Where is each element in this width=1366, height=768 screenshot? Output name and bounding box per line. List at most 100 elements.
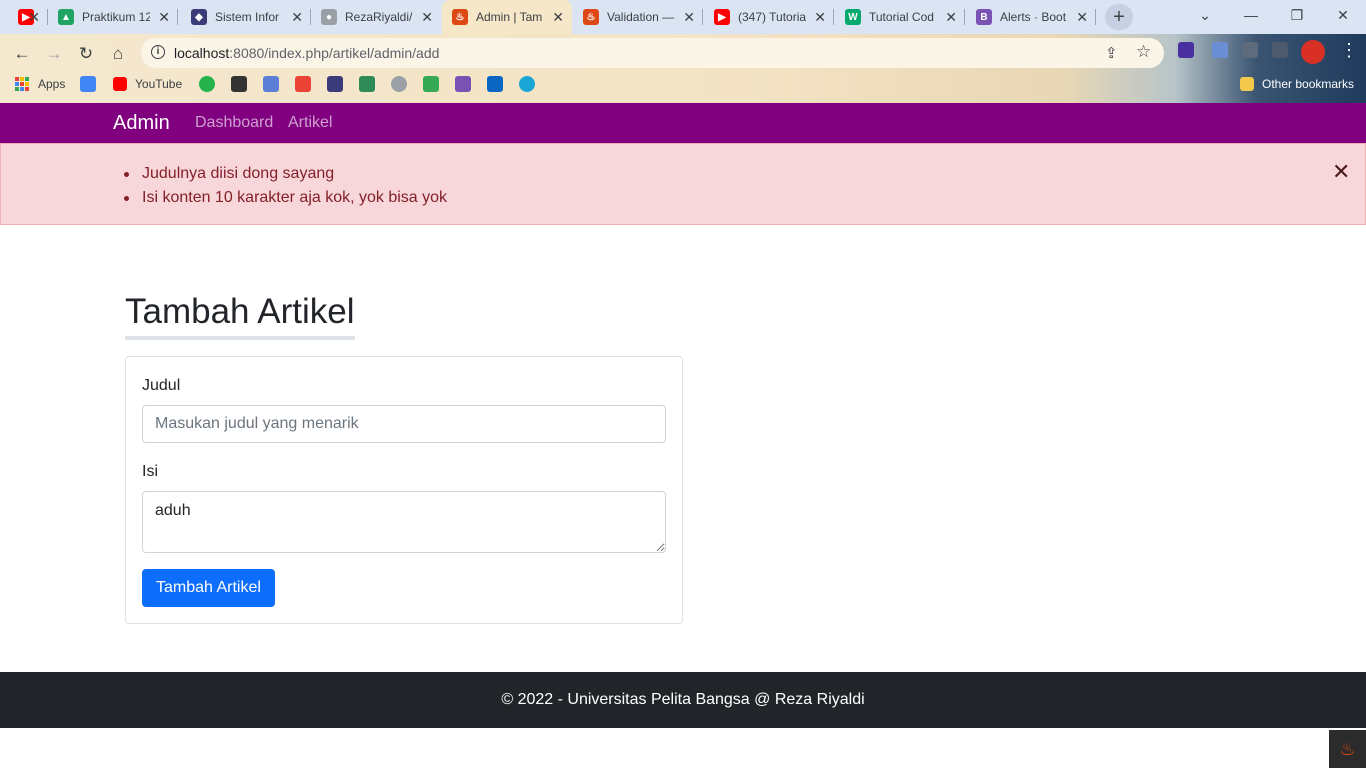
site-info-icon[interactable]: i [151, 45, 165, 59]
address-bar[interactable]: i localhost:8080/index.php/artikel/admin… [141, 38, 1164, 68]
apps-grid-icon [15, 77, 29, 91]
w3schools-icon[interactable] [359, 76, 375, 92]
bookmark-label: Other bookmarks [1262, 77, 1355, 91]
top-navbar: Admin Dashboard Artikel [0, 103, 1366, 143]
article-form: Judul Isi aduh Tambah Artikel [125, 356, 683, 624]
bookmark-icon[interactable] [199, 76, 215, 92]
bookmark-apps[interactable]: Apps [15, 74, 65, 94]
github-icon[interactable] [391, 76, 407, 92]
nav-link-artikel[interactable]: Artikel [288, 114, 332, 132]
linkedin-icon[interactable] [487, 76, 503, 92]
codeigniter-icon: ♨ [583, 9, 599, 25]
google-drive-icon: ▲ [58, 9, 74, 25]
bookmark-youtube[interactable]: YouTube [113, 74, 182, 94]
bookmark-other[interactable]: Other bookmarks [1240, 74, 1354, 94]
tab-title: Praktikum 12 [82, 10, 150, 24]
back-icon[interactable]: ← [10, 42, 34, 66]
bookmark-label: YouTube [135, 77, 183, 91]
tab-title: Tutorial Cod [869, 10, 934, 24]
extension-icon[interactable] [1178, 42, 1194, 58]
bookmark-label: Apps [38, 77, 66, 91]
tab-title: Sistem Infor [215, 10, 280, 24]
footer-text: © 2022 - Universitas Pelita Bangsa @ Rez… [501, 691, 865, 708]
bookmark-star-icon[interactable]: ☆ [1136, 42, 1151, 62]
tab-close-icon[interactable]: ✕ [1076, 9, 1088, 25]
home-icon[interactable]: ⌂ [106, 42, 130, 66]
google-translate-icon[interactable] [80, 76, 96, 92]
tab-title: Validation — [607, 10, 675, 24]
tab-close-icon[interactable]: ✕ [814, 9, 826, 25]
browser-tab[interactable]: W Tutorial Cod ✕ [835, 0, 965, 34]
tab-title: (347) Tutoria [738, 10, 806, 24]
browser-tab[interactable]: ◆ Sistem Infor ✕ [181, 0, 311, 34]
tab-close-icon[interactable]: ✕ [421, 9, 433, 25]
isi-textarea[interactable]: aduh [142, 491, 666, 553]
extensions-puzzle-icon[interactable] [1242, 42, 1258, 58]
close-window-button[interactable]: ✕ [1320, 0, 1366, 30]
browser-tab[interactable]: ▶ (347) Tutoria ✕ [704, 0, 834, 34]
tab-separator [833, 9, 834, 25]
tab-separator [964, 9, 965, 25]
browser-toolbar: ← → ↻ ⌂ i localhost:8080/index.php/artik… [0, 34, 1366, 103]
university-icon: ◆ [191, 9, 207, 25]
bootstrap-icon: B [976, 9, 992, 25]
reload-icon[interactable]: ↻ [74, 42, 98, 66]
profile-avatar[interactable] [1301, 40, 1325, 64]
tab-separator [1095, 9, 1096, 25]
tab-strip: ▶ ✕ ▲ Praktikum 12 ✕ ◆ Sistem Infor ✕ ● RezaRiyal… [0, 0, 1366, 34]
codeigniter-toolbar-icon[interactable]: ♨ [1329, 730, 1366, 768]
browser-menu-icon[interactable]: ⋮ [1340, 40, 1358, 61]
browser-tab[interactable]: ● RezaRiyaldi/ ✕ [311, 0, 441, 34]
university-icon[interactable] [327, 76, 343, 92]
share-icon[interactable]: ⇪ [1105, 44, 1118, 62]
tab-close-icon[interactable]: ✕ [552, 9, 564, 25]
url-text[interactable]: localhost:8080/index.php/artikel/admin/a… [174, 45, 439, 61]
tab-separator [177, 9, 178, 25]
tab-separator [702, 9, 703, 25]
bookmark-icon[interactable] [231, 76, 247, 92]
w3schools-icon: W [845, 9, 861, 25]
minimize-button[interactable]: — [1228, 0, 1274, 30]
folder-icon [1240, 77, 1254, 91]
reading-list-icon[interactable] [1272, 42, 1288, 58]
youtube-icon [113, 77, 127, 91]
isi-label: Isi [142, 463, 158, 480]
error-alert: Judulnya diisi dong sayang Isi konten 10… [0, 143, 1366, 225]
forward-icon[interactable]: → [42, 42, 66, 66]
browser-tab[interactable]: ▲ Praktikum 12 ✕ [48, 0, 178, 34]
gmail-icon[interactable] [295, 76, 311, 92]
tab-close-icon[interactable]: ✕ [291, 9, 303, 25]
page-title: Tambah Artikel [125, 292, 355, 340]
tab-title: Alerts · Boot [1000, 10, 1067, 24]
tab-title: Admin | Tam [476, 10, 543, 24]
judul-label: Judul [142, 377, 181, 394]
restore-button[interactable]: ❐ [1274, 0, 1320, 30]
search-icon[interactable] [519, 76, 535, 92]
error-item: Judulnya diisi dong sayang [123, 162, 447, 186]
new-tab-button[interactable]: + [1105, 4, 1133, 30]
tab-close-icon[interactable]: ✕ [945, 9, 957, 25]
youtube-icon: ▶ [714, 9, 730, 25]
browser-tab[interactable]: ♨ Admin | Tam ✕ [442, 0, 572, 34]
error-item: Isi konten 10 karakter aja kok, yok bisa… [123, 186, 447, 210]
tab-title: RezaRiyaldi/ [345, 10, 413, 24]
meet-icon[interactable] [423, 76, 439, 92]
judul-input[interactable] [142, 405, 666, 443]
error-list: Judulnya diisi dong sayang Isi konten 10… [123, 162, 447, 210]
flag-icon[interactable] [263, 76, 279, 92]
tab-close-icon[interactable]: ✕ [158, 9, 170, 25]
extension-icon[interactable] [1212, 42, 1228, 58]
browser-tab[interactable]: ♨ Validation — ✕ [573, 0, 703, 34]
bootstrap-icon[interactable] [455, 76, 471, 92]
navbar-brand[interactable]: Admin [113, 112, 170, 135]
browser-tab[interactable]: ▶ ✕ [8, 0, 48, 34]
nav-link-dashboard[interactable]: Dashboard [195, 114, 273, 132]
footer: © 2022 - Universitas Pelita Bangsa @ Rez… [0, 672, 1366, 728]
codeigniter-icon: ♨ [452, 9, 468, 25]
tab-search-icon[interactable]: ⌄ [1182, 0, 1228, 30]
tab-close-icon[interactable]: ✕ [28, 9, 40, 25]
tab-close-icon[interactable]: ✕ [683, 9, 695, 25]
browser-tab[interactable]: B Alerts · Boot ✕ [966, 0, 1096, 34]
tambah-artikel-button[interactable]: Tambah Artikel [142, 569, 275, 607]
close-icon[interactable]: ✕ [1332, 161, 1350, 183]
